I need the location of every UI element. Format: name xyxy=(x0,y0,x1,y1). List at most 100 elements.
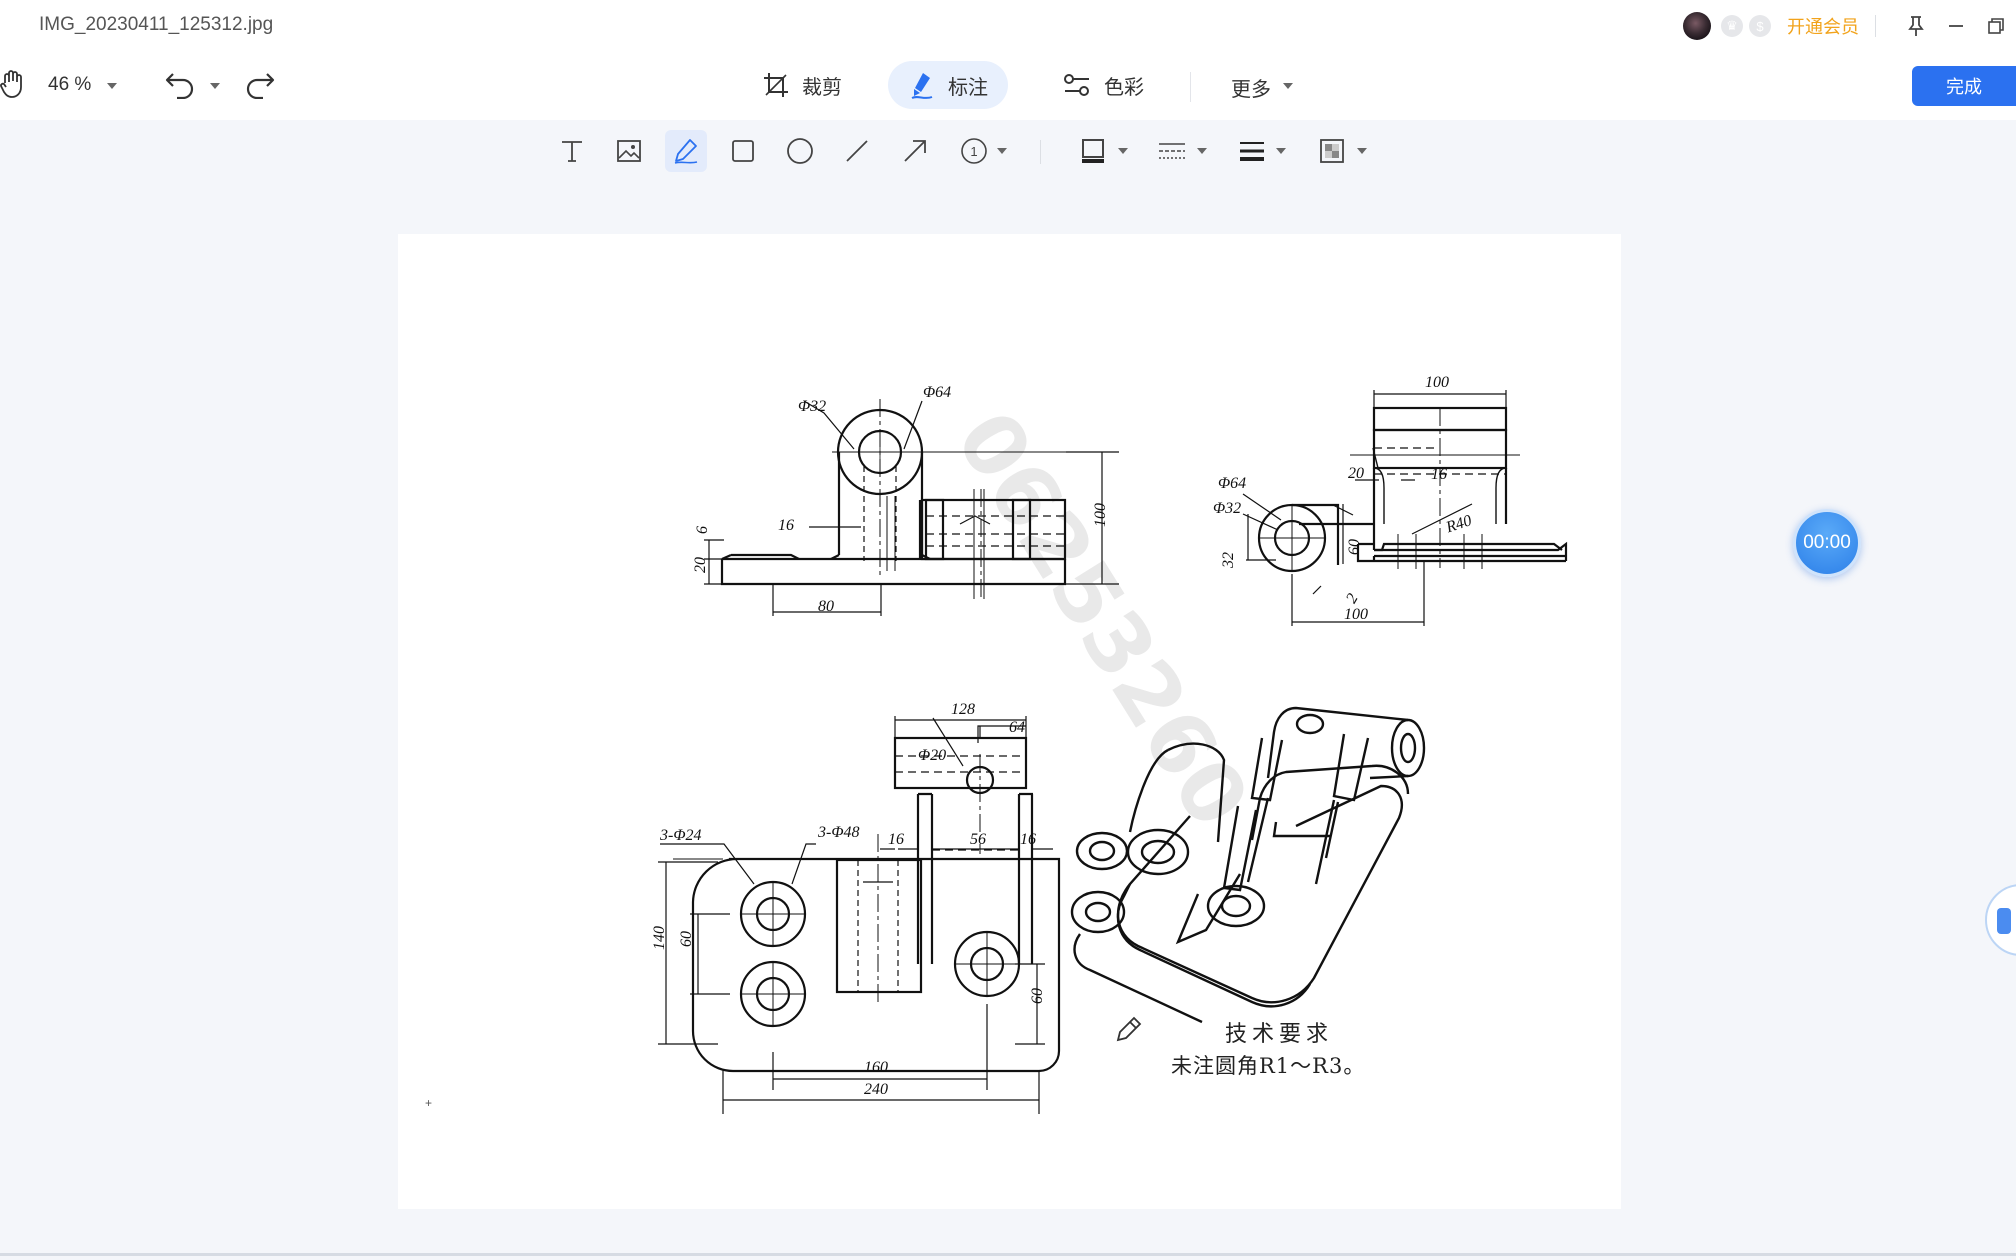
dim-label: Φ32 xyxy=(1213,500,1241,517)
line-weight-tool[interactable] xyxy=(1231,130,1273,172)
circle-tool[interactable] xyxy=(779,130,821,172)
arrow-icon xyxy=(904,140,926,162)
dim-label: 20 xyxy=(1348,465,1364,482)
divider xyxy=(1875,15,1876,37)
crown-badge-icon: ♛ xyxy=(1721,15,1743,37)
dim-label: 16 xyxy=(888,831,904,848)
side-view-outline xyxy=(1257,406,1568,573)
minimize-icon[interactable] xyxy=(1936,6,1976,46)
dim-label: 100 xyxy=(1425,374,1449,391)
arrow-tool[interactable] xyxy=(894,130,936,172)
title-bar: IMG_20230411_125312.jpg ♛ $ 开通会员 xyxy=(0,0,2016,52)
recording-timer[interactable]: 00:00 xyxy=(1793,509,1861,577)
divider xyxy=(1040,140,1041,164)
border-color-tool[interactable] xyxy=(1072,130,1114,172)
divider xyxy=(1190,72,1191,102)
dim-label: Φ20 xyxy=(918,747,946,764)
dash-style-icon xyxy=(1159,143,1185,159)
number-marker-tool[interactable]: 1 xyxy=(953,130,995,172)
top-view-dimensions xyxy=(658,716,1053,1114)
image-tool[interactable] xyxy=(608,130,650,172)
mosaic-icon xyxy=(1320,139,1344,163)
restore-icon[interactable] xyxy=(1976,6,2016,46)
tech-requirements-title: 技术要求 xyxy=(1225,1022,1334,1047)
image-canvas[interactable]: 06253260 Φ32 Φ64 6 16 20 80 100 100 20 1… xyxy=(398,234,1621,1209)
top-view-outline xyxy=(673,736,1061,1073)
dash-style-dropdown-icon[interactable] xyxy=(1197,148,1207,154)
rectangle-icon xyxy=(732,140,754,162)
hand-tool-icon[interactable] xyxy=(0,69,26,104)
dim-label: 140 xyxy=(651,926,668,950)
border-color-icon xyxy=(1082,139,1104,163)
dim-label: 80 xyxy=(818,598,834,615)
title-bar-right: ♛ $ 开通会员 xyxy=(1683,0,2016,52)
dim-label: 64 xyxy=(1009,719,1025,736)
line-weight-icon xyxy=(1240,142,1264,161)
dim-label: 16 xyxy=(1020,831,1036,848)
tab-annotate[interactable]: 标注 xyxy=(888,61,1008,109)
s-badge-icon: $ xyxy=(1749,15,1771,37)
dim-label: 6 xyxy=(694,526,711,534)
pen-icon xyxy=(674,139,698,164)
tab-color[interactable]: 色彩 xyxy=(1042,61,1164,109)
side-handle-icon xyxy=(1997,908,2011,934)
rectangle-tool[interactable] xyxy=(722,130,764,172)
tab-color-label: 色彩 xyxy=(1104,76,1144,99)
vip-link[interactable]: 开通会员 xyxy=(1787,13,1859,39)
dim-label: 100 xyxy=(1344,606,1368,623)
pin-icon[interactable] xyxy=(1896,6,1936,46)
tab-crop-label: 裁剪 xyxy=(802,76,842,99)
avatar[interactable] xyxy=(1683,12,1711,40)
dim-label: 60 xyxy=(678,931,695,947)
more-dropdown-icon[interactable] xyxy=(1283,83,1293,89)
pen-tool[interactable] xyxy=(665,130,707,172)
line-icon xyxy=(846,140,868,162)
svg-text:1: 1 xyxy=(970,144,977,159)
dim-label: 160 xyxy=(864,1059,888,1076)
annotation-toolbar: 1 xyxy=(0,120,2016,180)
side-panel-handle[interactable] xyxy=(1985,884,2016,956)
dim-label: 60 xyxy=(1346,539,1363,555)
dim-label: 3-Φ24 xyxy=(659,827,702,844)
dim-label: Φ64 xyxy=(923,384,951,401)
dim-label: 20 xyxy=(692,557,709,573)
redo-icon[interactable] xyxy=(244,69,276,104)
corner-mark: + xyxy=(425,1096,432,1110)
border-color-dropdown-icon[interactable] xyxy=(1118,148,1128,154)
undo-icon[interactable] xyxy=(164,69,196,104)
text-tool[interactable] xyxy=(551,130,593,172)
dim-label: 3-Φ48 xyxy=(817,824,860,841)
color-adjust-icon xyxy=(1064,74,1089,96)
line-tool[interactable] xyxy=(836,130,878,172)
dim-label: 56 xyxy=(970,831,986,848)
zoom-dropdown-icon[interactable] xyxy=(107,83,117,89)
bottom-border xyxy=(0,1253,2016,1256)
number-marker-icon: 1 xyxy=(961,138,987,164)
mosaic-tool[interactable] xyxy=(1311,130,1353,172)
dim-label: 2 xyxy=(1343,591,1362,606)
dim-label: 240 xyxy=(864,1081,888,1098)
more-menu[interactable]: 更多 xyxy=(1231,73,1271,102)
line-weight-dropdown-icon[interactable] xyxy=(1276,148,1286,154)
dim-label: 32 xyxy=(1220,552,1237,569)
isometric-view xyxy=(1070,706,1426,1024)
number-marker-dropdown-icon[interactable] xyxy=(997,148,1007,154)
pencil-cursor-icon xyxy=(1116,1016,1142,1042)
annotate-icon xyxy=(911,73,933,99)
tab-crop[interactable]: 裁剪 xyxy=(742,61,862,109)
mosaic-dropdown-icon[interactable] xyxy=(1357,148,1367,154)
dim-label: Φ32 xyxy=(798,398,826,415)
dim-label: 100 xyxy=(1092,503,1109,527)
text-icon xyxy=(562,141,582,162)
dim-label: 16 xyxy=(1431,466,1447,483)
undo-dropdown-icon[interactable] xyxy=(210,83,220,89)
dim-label: 128 xyxy=(951,701,975,718)
file-title: IMG_20230411_125312.jpg xyxy=(39,14,274,35)
done-button[interactable]: 完成 xyxy=(1912,66,2016,106)
zoom-level[interactable]: 46 % xyxy=(48,74,91,96)
dash-style-tool[interactable] xyxy=(1151,130,1193,172)
tech-requirements-body: 未注圆角R1～R3。 xyxy=(1171,1054,1366,1078)
main-toolbar: 46 % 裁剪 标注 色彩 更多 完成 xyxy=(0,52,2016,120)
engineering-drawing-main: 06253260 Φ32 Φ64 6 16 20 80 100 100 20 1… xyxy=(425,374,1568,1114)
crop-icon xyxy=(764,73,788,97)
